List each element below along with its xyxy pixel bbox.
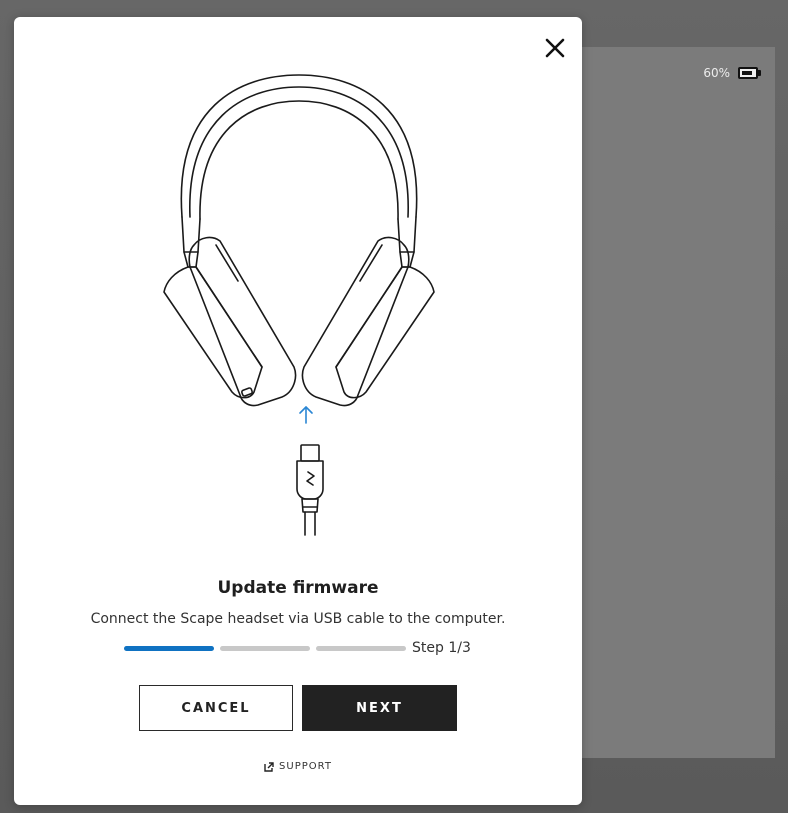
progress-segment-2 bbox=[220, 645, 310, 651]
progress-segment-1 bbox=[124, 645, 214, 651]
close-icon[interactable] bbox=[542, 35, 568, 61]
battery-icon bbox=[738, 67, 762, 79]
progress-segment-3 bbox=[316, 645, 406, 651]
dialog-title: Update firmware bbox=[217, 578, 379, 598]
headset-usb-illustration bbox=[163, 74, 435, 536]
device-panel bbox=[582, 47, 775, 758]
support-label: SUPPORT bbox=[279, 761, 332, 772]
step-label: Step 1/3 bbox=[412, 640, 471, 656]
firmware-update-dialog: Update firmware Connect the Scape headse… bbox=[14, 17, 582, 805]
support-link[interactable]: SUPPORT bbox=[14, 761, 582, 772]
dialog-description: Connect the Scape headset via USB cable … bbox=[90, 611, 506, 627]
next-button[interactable]: NEXT bbox=[302, 685, 457, 731]
battery-status: 60% bbox=[703, 66, 762, 80]
step-progress: Step 1/3 bbox=[124, 639, 471, 657]
cancel-button[interactable]: CANCEL bbox=[139, 685, 293, 731]
battery-percent: 60% bbox=[703, 66, 730, 80]
external-link-icon bbox=[264, 761, 274, 772]
